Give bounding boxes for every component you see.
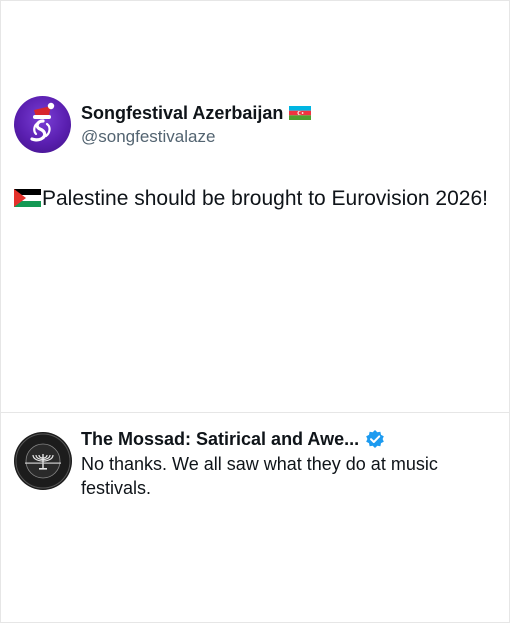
tweet-divider [0,412,510,413]
azerbaijan-flag-icon [289,106,312,120]
tweet-text: Palestine should be brought to Eurovisio… [14,185,494,213]
palestine-flag-icon [14,189,41,207]
tweet-body: Palestine should be brought to Eurovisio… [42,187,488,210]
reply-avatar[interactable] [14,432,72,490]
reply-text: No thanks. We all saw what they do at mu… [81,454,438,498]
reply-author-name[interactable]: The Mossad: Satirical and Awe... [81,429,359,450]
main-tweet: Songfestival Azerbaijan @songfestivalaze… [0,0,510,412]
author-avatar[interactable] [14,96,71,153]
reply-tweet: The Mossad: Satirical and Awe... No than… [81,428,501,500]
mossad-logo-icon [15,433,71,489]
songfestival-logo-icon [30,102,55,142]
verified-badge-icon [366,430,384,448]
tweet-author: Songfestival Azerbaijan @songfestivalaze [81,102,312,147]
author-handle[interactable]: @songfestivalaze [81,127,311,147]
author-name[interactable]: Songfestival Azerbaijan [81,103,283,124]
